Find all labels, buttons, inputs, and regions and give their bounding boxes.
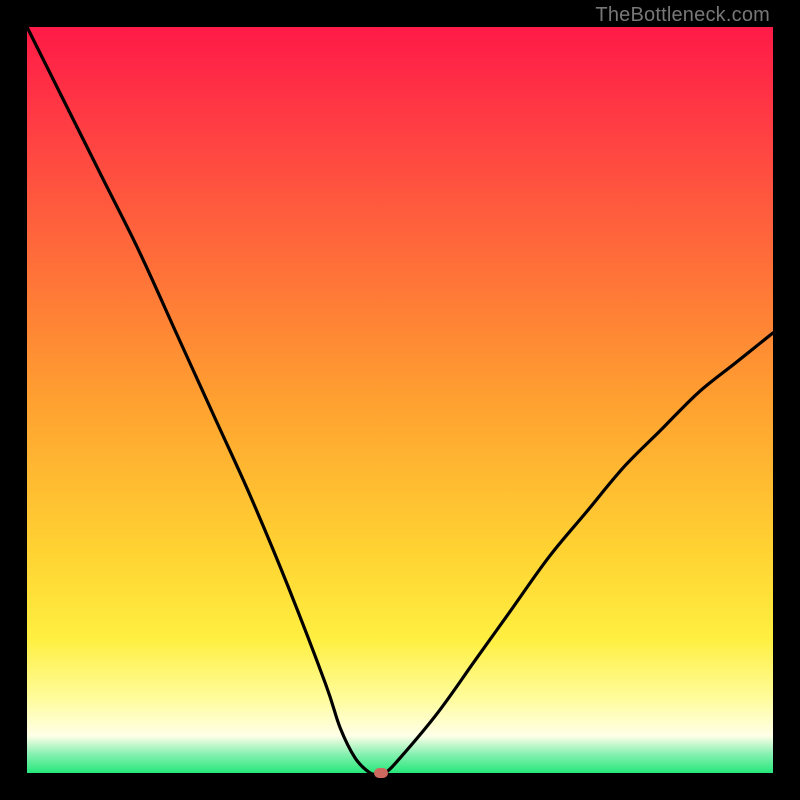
curve-svg	[27, 27, 773, 773]
optimal-point-marker	[374, 768, 388, 778]
bottleneck-curve	[27, 27, 773, 774]
plot-area	[27, 27, 773, 773]
chart-frame: TheBottleneck.com	[0, 0, 800, 800]
watermark-text: TheBottleneck.com	[595, 4, 770, 27]
